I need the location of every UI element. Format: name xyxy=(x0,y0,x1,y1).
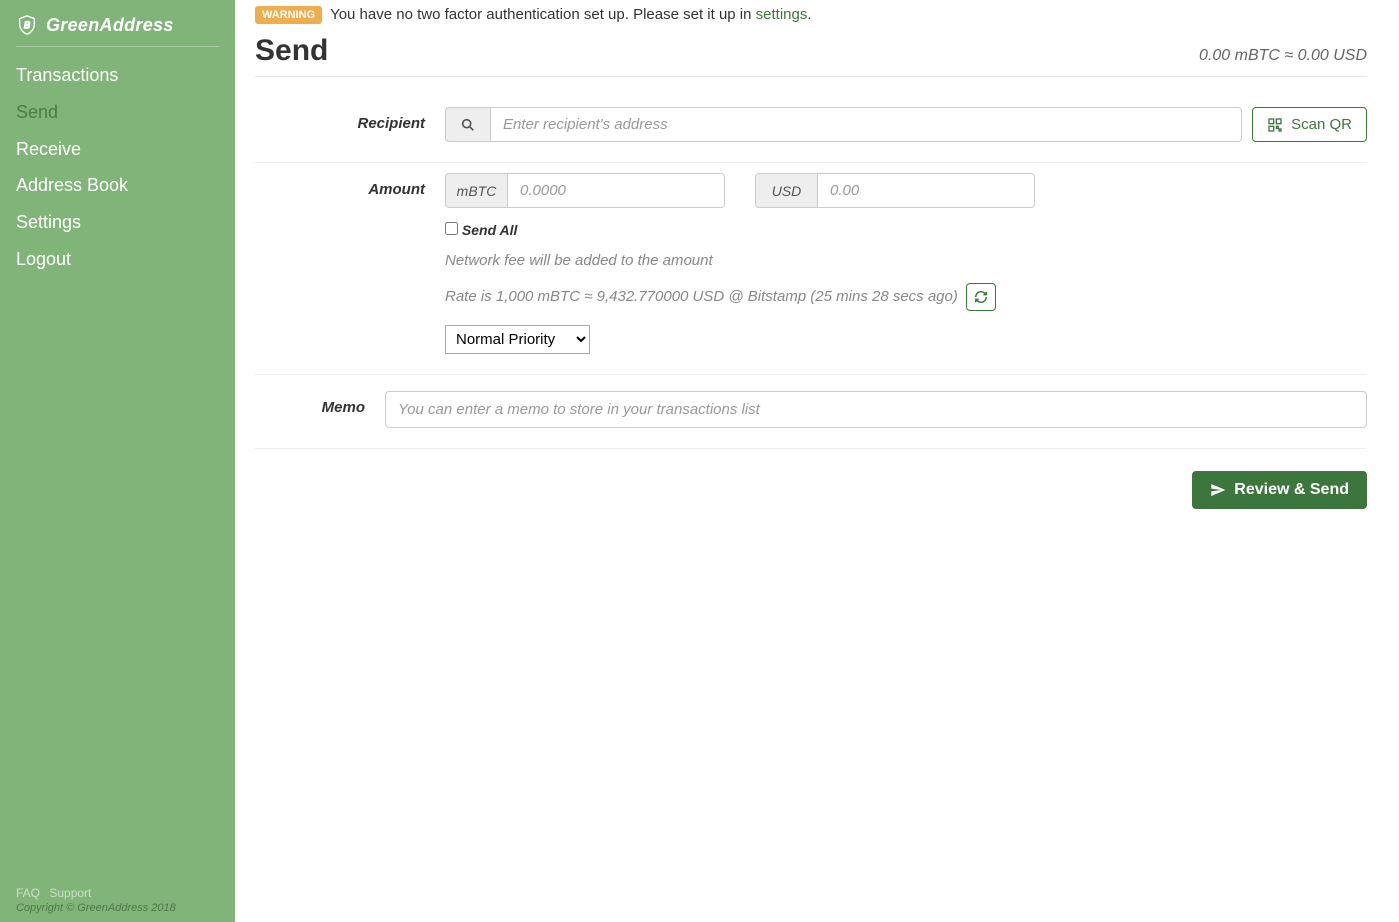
footer-faq-link[interactable]: FAQ xyxy=(16,886,40,900)
priority-select[interactable]: Normal Priority xyxy=(445,325,590,354)
memo-section: Memo xyxy=(255,375,1367,449)
search-icon xyxy=(460,117,476,133)
logo[interactable]: B GreenAddress xyxy=(16,10,219,47)
recipient-label: Recipient xyxy=(255,107,445,132)
footer-copyright: Copyright © GreenAddress 2018 xyxy=(16,902,219,914)
rate-note: Rate is 1,000 mBTC ≈ 9,432.770000 USD @ … xyxy=(445,288,958,305)
amount-label: Amount xyxy=(255,173,445,198)
scan-qr-button[interactable]: Scan QR xyxy=(1252,107,1367,142)
send-all-checkbox[interactable] xyxy=(445,222,458,235)
nav-settings[interactable]: Settings xyxy=(16,204,219,241)
amount-crypto-input[interactable] xyxy=(507,173,725,208)
refresh-icon xyxy=(974,290,988,304)
nav-logout[interactable]: Logout xyxy=(16,241,219,278)
recipient-section: Recipient xyxy=(255,97,1367,163)
warning-banner: WARNING You have no two factor authentic… xyxy=(255,6,1367,24)
amount-section: Amount mBTC USD Send Al xyxy=(255,163,1367,375)
recipient-input[interactable] xyxy=(490,107,1242,142)
nav-transactions[interactable]: Transactions xyxy=(16,57,219,94)
warning-settings-link[interactable]: settings xyxy=(756,6,808,23)
warning-text: You have no two factor authentication se… xyxy=(330,6,756,23)
qr-icon xyxy=(1267,117,1283,133)
send-all-label[interactable]: Send All xyxy=(462,222,518,238)
memo-input[interactable] xyxy=(385,391,1367,428)
shield-bitcoin-icon: B xyxy=(16,14,38,36)
balance-display: 0.00 mBTC ≈ 0.00 USD xyxy=(1199,47,1367,65)
paper-plane-icon xyxy=(1210,482,1226,498)
recipient-input-group xyxy=(445,107,1242,142)
page-header: Send 0.00 mBTC ≈ 0.00 USD xyxy=(255,34,1367,77)
fiat-unit-label: USD xyxy=(755,173,817,208)
page-title: Send xyxy=(255,34,328,68)
fee-note: Network fee will be added to the amount xyxy=(445,252,1367,269)
crypto-unit-label: mBTC xyxy=(445,173,507,208)
rate-note-row: Rate is 1,000 mBTC ≈ 9,432.770000 USD @ … xyxy=(445,283,1367,311)
memo-label: Memo xyxy=(255,391,385,416)
amount-fiat-input[interactable] xyxy=(817,173,1035,208)
address-book-lookup-button[interactable] xyxy=(445,107,490,142)
main-content: WARNING You have no two factor authentic… xyxy=(235,0,1399,922)
review-and-send-button[interactable]: Review & Send xyxy=(1192,471,1367,509)
sidebar: B GreenAddress Transactions Send Receive… xyxy=(0,0,235,922)
warning-badge: WARNING xyxy=(255,6,322,24)
footer-support-link[interactable]: Support xyxy=(49,886,91,900)
actions-row: Review & Send xyxy=(255,471,1367,509)
nav-receive[interactable]: Receive xyxy=(16,131,219,168)
sidebar-footer: FAQ Support Copyright © GreenAddress 201… xyxy=(16,886,219,914)
sidebar-nav: Transactions Send Receive Address Book S… xyxy=(16,57,219,278)
brand-name: GreenAddress xyxy=(46,15,174,36)
nav-address-book[interactable]: Address Book xyxy=(16,167,219,204)
refresh-rate-button[interactable] xyxy=(966,283,996,311)
nav-send[interactable]: Send xyxy=(16,94,219,131)
svg-text:B: B xyxy=(24,20,30,30)
